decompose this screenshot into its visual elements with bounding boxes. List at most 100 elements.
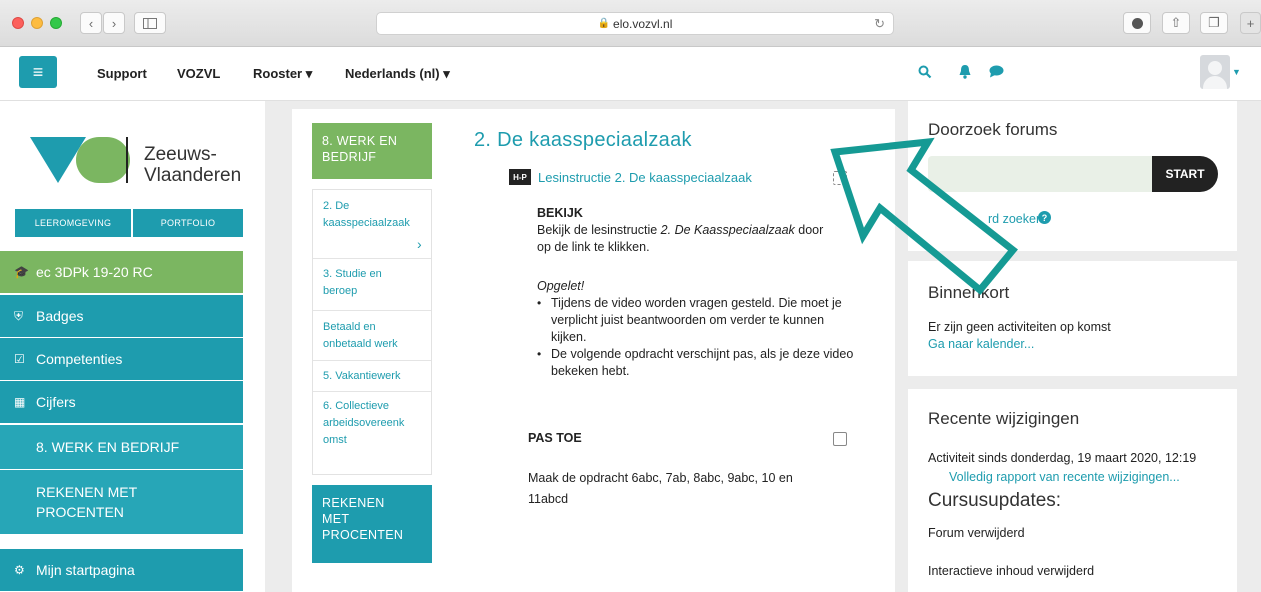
search-input[interactable] <box>928 156 1172 192</box>
browser-toolbar: ‹ › 🔒 elo.vozvl.nl ↻ ⇧ ❐ + <box>0 0 1261 47</box>
sidebar-item-label: 8. WERK EN BEDRIJF <box>36 439 180 455</box>
section-link-vakantiewerk[interactable]: 5. Vakantiewerk <box>323 368 400 385</box>
nav-link-support[interactable]: Support <box>97 66 147 81</box>
search-icon[interactable] <box>918 65 932 79</box>
update-item: Interactieve inhoud verwijderd <box>928 564 1095 578</box>
forward-button[interactable]: › <box>103 12 125 34</box>
instruction-list: Tijdens de video worden vragen gesteld. … <box>537 295 857 380</box>
left-sidebar: Zeeuws- Vlaanderen LEEROMGEVING PORTFOLI… <box>0 101 265 592</box>
sidebar-item-werk-en-bedrijf[interactable]: 8. WERK EN BEDRIJF <box>0 425 243 469</box>
sidebar-item-label: Competenties <box>36 351 123 367</box>
logo-text-line1: Zeeuws- <box>144 144 217 165</box>
back-icon: ‹ <box>88 15 94 31</box>
help-icon[interactable]: ? <box>1038 211 1051 224</box>
maximize-window-button[interactable] <box>50 17 62 29</box>
tab-leeromgeving[interactable]: LEEROMGEVING <box>15 209 131 237</box>
share-icon: ⇧ <box>1170 15 1182 30</box>
chat-icon[interactable] <box>989 65 1004 78</box>
block-title: Recente wijzigingen <box>928 409 1080 428</box>
lock-icon: 🔒 <box>597 18 611 29</box>
block-title: Binnenkort <box>928 283 1010 302</box>
sidebar-item-label: REKENEN MET PROCENTEN <box>36 484 138 520</box>
bekijk-text: Bekijk de lesinstructie 2. De Kaasspecia… <box>537 223 824 254</box>
forum-search-block: Doorzoek forums START rd zoeken ? <box>908 101 1237 251</box>
section-link-betaald-werk[interactable]: Betaald en onbetaald werk <box>323 319 398 353</box>
menu-toggle-button[interactable]: ≡ <box>19 56 57 88</box>
completion-checkbox[interactable] <box>833 171 847 185</box>
avatar[interactable] <box>1200 55 1230 89</box>
shield-icon: ⛨ <box>14 308 24 323</box>
section-link-studie-beroep[interactable]: 3. Studie en beroep <box>323 266 382 300</box>
sidebar-item-course[interactable]: 🎓 ec 3DPk 19-20 RC <box>0 251 243 293</box>
sidebar-item-label: ec 3DPk 19-20 RC <box>36 264 153 280</box>
recent-activity-block: Recente wijzigingen Activiteit sinds don… <box>908 389 1237 592</box>
sidebar-item-label: Badges <box>36 308 84 324</box>
caret-down-icon[interactable]: ▼ <box>1232 67 1241 77</box>
url-text: elo.vozvl.nl <box>613 16 673 31</box>
forward-icon: › <box>111 15 117 31</box>
upcoming-events-block: Binnenkort Er zijn geen activiteiten op … <box>908 261 1237 376</box>
tab-portfolio[interactable]: PORTFOLIO <box>133 209 243 237</box>
lesson-link[interactable]: Lesinstructie 2. De kaasspeciaalzaak <box>538 170 752 185</box>
dashboard-icon: ⚙ <box>14 563 25 577</box>
recent-since-text: Activiteit sinds donderdag, 19 maart 202… <box>928 451 1197 465</box>
pas-toe-heading: PAS TOE <box>528 431 582 445</box>
section-card: 8. WERK EN BEDRIJF 2. De kaasspeciaalzaa… <box>292 109 895 592</box>
nav-link-rooster[interactable]: Rooster ▾ <box>253 66 312 82</box>
logo-text-line2: Vlaanderen <box>144 165 242 186</box>
sidebar-item-rekenen[interactable]: REKENEN MET PROCENTEN <box>0 470 243 534</box>
minimize-window-button[interactable] <box>31 17 43 29</box>
opgelet-text: Opgelet! <box>537 279 585 293</box>
downloads-button[interactable] <box>1123 12 1151 34</box>
page-title: 2. De kaasspeciaalzaak <box>474 129 692 151</box>
section-link-cao[interactable]: 6. Collectieve arbeidsovereenk omst <box>323 398 404 449</box>
list-item: Tijdens de video worden vragen gesteld. … <box>537 295 857 346</box>
download-icon <box>1131 17 1143 29</box>
sidebar-item-badges[interactable]: ⛨ Badges <box>0 295 243 337</box>
sidebar-item-label: Mijn startpagina <box>36 562 135 578</box>
graduation-cap-icon: 🎓 <box>14 265 29 279</box>
completion-checkbox[interactable] <box>833 432 847 446</box>
new-tab-button[interactable]: + <box>1240 12 1261 34</box>
section-nav-foot[interactable]: REKENEN MET PROCENTEN <box>312 485 432 563</box>
nav-link-language[interactable]: Nederlands (nl) ▾ <box>345 66 450 82</box>
pas-toe-text: Maak de opdracht 6abc, 7ab, 8abc, 9abc, … <box>528 471 793 506</box>
sidebar-item-competenties[interactable]: ☑ Competenties <box>0 338 243 380</box>
advanced-search-link[interactable]: rd zoeken <box>988 212 1043 226</box>
start-button[interactable]: START <box>1152 156 1218 192</box>
table-icon: ▦ <box>14 395 26 409</box>
calendar-link[interactable]: Ga naar kalender... <box>928 337 1034 351</box>
list-item: De volgende opdracht verschijnt pas, als… <box>537 346 857 380</box>
share-button[interactable]: ⇧ <box>1162 12 1190 34</box>
course-updates-title: Cursusupdates: <box>928 490 1062 511</box>
nav-link-vozvl[interactable]: VOZVL <box>177 66 220 81</box>
section-nav-list: 2. De kaasspeciaalzaak › 3. Studie en be… <box>312 189 432 475</box>
close-window-button[interactable] <box>12 17 24 29</box>
sidebar-item-startpagina[interactable]: ⚙ Mijn startpagina <box>0 549 243 591</box>
sidebar-toggle-button[interactable] <box>134 12 166 34</box>
upcoming-events-text: Er zijn geen activiteiten op komst <box>928 320 1111 334</box>
address-bar[interactable]: 🔒 elo.vozvl.nl ↻ <box>376 12 894 35</box>
sidebar-icon <box>143 17 157 29</box>
section-link-kaasspeciaalzaak[interactable]: 2. De kaasspeciaalzaak <box>323 198 410 232</box>
block-title: Doorzoek forums <box>928 120 1058 139</box>
section-nav-head[interactable]: 8. WERK EN BEDRIJF <box>312 123 432 179</box>
bekijk-heading: BEKIJK <box>537 206 583 220</box>
right-sidebar: Doorzoek forums START rd zoeken ? Binnen… <box>908 101 1261 592</box>
bell-icon[interactable] <box>958 64 972 79</box>
main-region: 8. WERK EN BEDRIJF 2. De kaasspeciaalzaa… <box>265 101 908 592</box>
sidebar-item-label: Cijfers <box>36 394 76 410</box>
hamburger-icon: ≡ <box>32 61 44 82</box>
h5p-icon: H-P <box>509 169 531 185</box>
chevron-right-icon: › <box>417 236 422 252</box>
site-navbar: ≡ Support VOZVL Rooster ▾ Nederlands (nl… <box>0 47 1261 101</box>
back-button[interactable]: ‹ <box>80 12 102 34</box>
tabs-button[interactable]: ❐ <box>1200 12 1228 34</box>
checkbox-icon: ☑ <box>14 352 25 366</box>
plus-icon: + <box>1246 15 1255 31</box>
recent-report-link[interactable]: Volledig rapport van recente wijzigingen… <box>949 470 1180 484</box>
tabs-icon: ❐ <box>1208 15 1220 30</box>
reload-icon[interactable]: ↻ <box>874 16 885 32</box>
sidebar-item-cijfers[interactable]: ▦ Cijfers <box>0 381 243 423</box>
update-item: Forum verwijderd <box>928 526 1025 540</box>
